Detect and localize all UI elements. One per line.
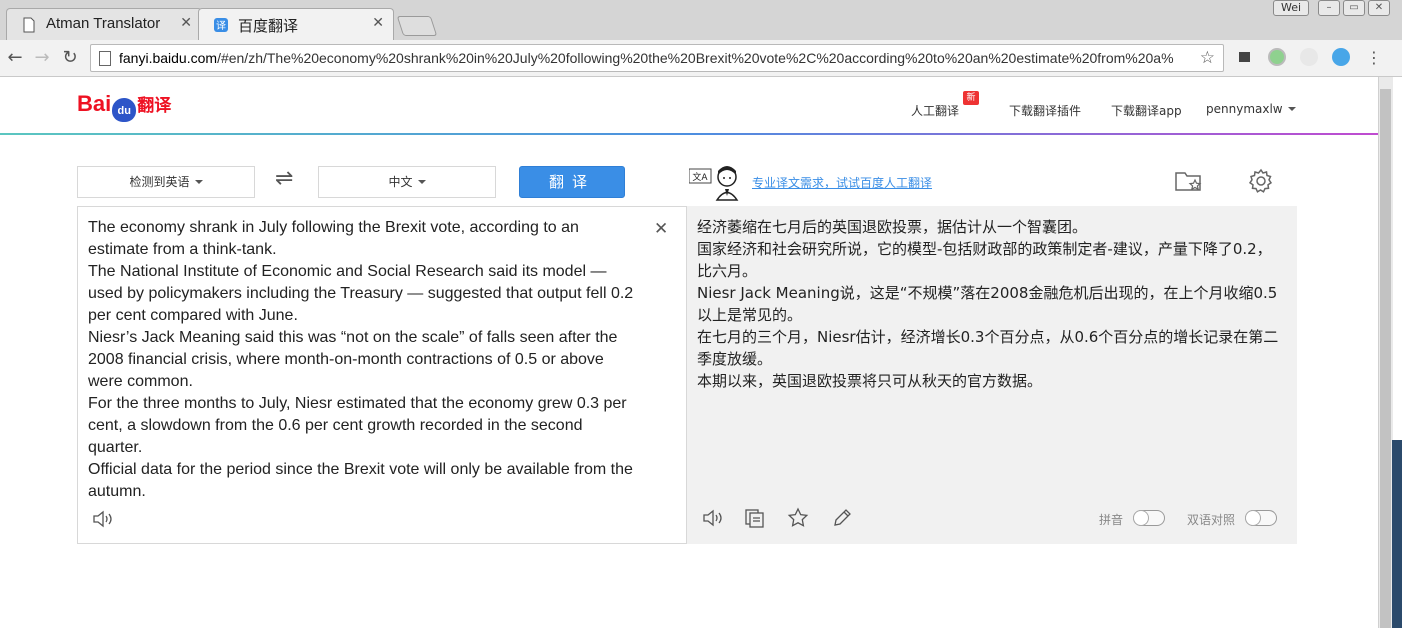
browser-tab-strip: Atman Translator ✕ 译 百度翻译 ✕ Wei – ▭ ✕ [0, 0, 1402, 40]
star-favorite-icon[interactable] [787, 507, 809, 529]
reload-icon[interactable]: ↻ [58, 46, 82, 70]
desktop-background-edge [1392, 440, 1402, 628]
svg-text:文A: 文A [692, 171, 708, 183]
baidu-translate-favicon-icon: 译 [214, 18, 228, 32]
source-language-label: 检测到英语 [129, 175, 190, 189]
extension-leaf-icon[interactable] [1300, 48, 1318, 66]
nav-download-plugin[interactable]: 下载翻译插件 [1009, 102, 1081, 119]
extension-check-icon[interactable] [1332, 48, 1350, 66]
chevron-down-icon [1287, 107, 1296, 111]
translate-button[interactable]: 翻译 [519, 166, 625, 198]
maximize-button[interactable]: ▭ [1343, 0, 1365, 16]
settings-gear-icon[interactable] [1246, 166, 1276, 196]
bilingual-toggle[interactable] [1245, 510, 1277, 526]
chevron-down-icon [417, 180, 426, 184]
new-badge: 新 [963, 91, 979, 105]
bilingual-toggle-label: 双语对照 [1187, 513, 1236, 527]
svg-text:译: 译 [216, 20, 226, 32]
tab-atman-translator[interactable]: Atman Translator ✕ [6, 8, 202, 40]
bookmark-star-icon[interactable]: ☆ [1200, 48, 1215, 68]
copy-icon[interactable] [744, 507, 766, 529]
nav-download-app[interactable]: 下载翻译app [1111, 102, 1182, 119]
back-arrow-icon[interactable]: ← [3, 46, 27, 70]
translation-line: Niesr Jack Meaning说，这是“不规模”落在2008金融危机后出现… [697, 284, 1278, 324]
human-translator-avatar-icon: 文A [689, 166, 739, 201]
profile-button[interactable]: Wei [1273, 0, 1309, 16]
source-line: The National Institute of Economic and S… [88, 263, 634, 324]
site-header: Bai du 翻译 人工翻译 新 下载翻译插件 下载翻译app pennymaxlw [0, 77, 1378, 135]
scrollbar-thumb[interactable] [1380, 89, 1391, 628]
source-line: Niesr’s Jack Meaning said this was “not … [88, 329, 618, 390]
translation-text: 经济萎缩在七月后的英国退欧投票，据估计从一个智囊团。 国家经济和社会研究所说，它… [697, 216, 1282, 392]
baidu-fanyi-logo[interactable]: Bai du 翻译 [77, 91, 171, 122]
browser-toolbar: ← → ↻ fanyi.baidu.com/#en/zh/The%20econo… [0, 40, 1402, 77]
nav-human-translation[interactable]: 人工翻译 [911, 102, 959, 119]
username: pennymaxlw [1206, 102, 1283, 116]
document-icon [23, 17, 35, 33]
extension-circle-icon[interactable] [1268, 48, 1286, 66]
target-speaker-icon[interactable] [702, 507, 724, 529]
browser-menu-icon[interactable]: ⋮ [1366, 48, 1382, 67]
page-info-icon[interactable] [99, 51, 111, 66]
extension-puzzle-icon[interactable] [1236, 48, 1254, 66]
translation-output: 经济萎缩在七月后的英国退欧投票，据估计从一个智囊团。 国家经济和社会研究所说，它… [687, 206, 1297, 544]
translation-line: 经济萎缩在七月后的英国退欧投票，据估计从一个智囊团。 [697, 218, 1088, 236]
pinyin-toggle[interactable] [1133, 510, 1165, 526]
tab-close-icon[interactable]: ✕ [372, 15, 384, 31]
clear-input-icon[interactable]: ✕ [654, 219, 668, 239]
tab-title: Atman Translator [46, 15, 161, 32]
pinyin-toggle-label: 拼音 [1099, 513, 1124, 527]
user-menu[interactable]: pennymaxlw [1206, 102, 1296, 116]
source-line: The economy shrank in July following the… [88, 219, 579, 258]
source-line: For the three months to July, Niesr esti… [88, 395, 627, 456]
url-text: fanyi.baidu.com/#en/zh/The%20economy%20s… [119, 50, 1174, 66]
edit-pencil-icon[interactable] [831, 507, 853, 529]
address-bar[interactable]: fanyi.baidu.com/#en/zh/The%20economy%20s… [90, 44, 1224, 72]
target-language-select[interactable]: 中文 [318, 166, 496, 198]
translation-line: 在七月的三个月，Niesr估计，经济增长0.3个百分点，从0.6个百分点的增长记… [697, 328, 1279, 368]
close-window-button[interactable]: ✕ [1368, 0, 1390, 16]
translation-line: 国家经济和社会研究所说，它的模型-包括财政部的政策制定者-建议，产量下降了0.2… [697, 240, 1272, 280]
tab-baidu-fanyi[interactable]: 译 百度翻译 ✕ [198, 8, 394, 40]
tab-title: 百度翻译 [238, 18, 299, 35]
forward-arrow-icon[interactable]: → [30, 46, 54, 70]
minimize-button[interactable]: – [1318, 0, 1340, 16]
header-divider [0, 133, 1378, 135]
human-translation-promo-link[interactable]: 专业译文需求，试试百度人工翻译 [752, 174, 932, 191]
source-text-input[interactable]: The economy shrank in July following the… [77, 206, 687, 544]
target-language-label: 中文 [388, 175, 413, 189]
tab-close-icon[interactable]: ✕ [180, 15, 192, 31]
source-text[interactable]: The economy shrank in July following the… [88, 217, 640, 503]
new-tab-button[interactable] [396, 16, 438, 36]
favorites-folder-icon[interactable] [1174, 166, 1204, 196]
chevron-down-icon [194, 180, 203, 184]
source-speaker-icon[interactable] [92, 509, 114, 529]
source-line: Official data for the period since the B… [88, 461, 633, 500]
swap-languages-icon[interactable]: ⇌ [275, 166, 293, 191]
page-scrollbar[interactable] [1378, 77, 1393, 628]
translation-line: 本期以来，英国退欧投票将只可从秋天的官方数据。 [697, 372, 1043, 390]
source-language-select[interactable]: 检测到英语 [77, 166, 255, 198]
